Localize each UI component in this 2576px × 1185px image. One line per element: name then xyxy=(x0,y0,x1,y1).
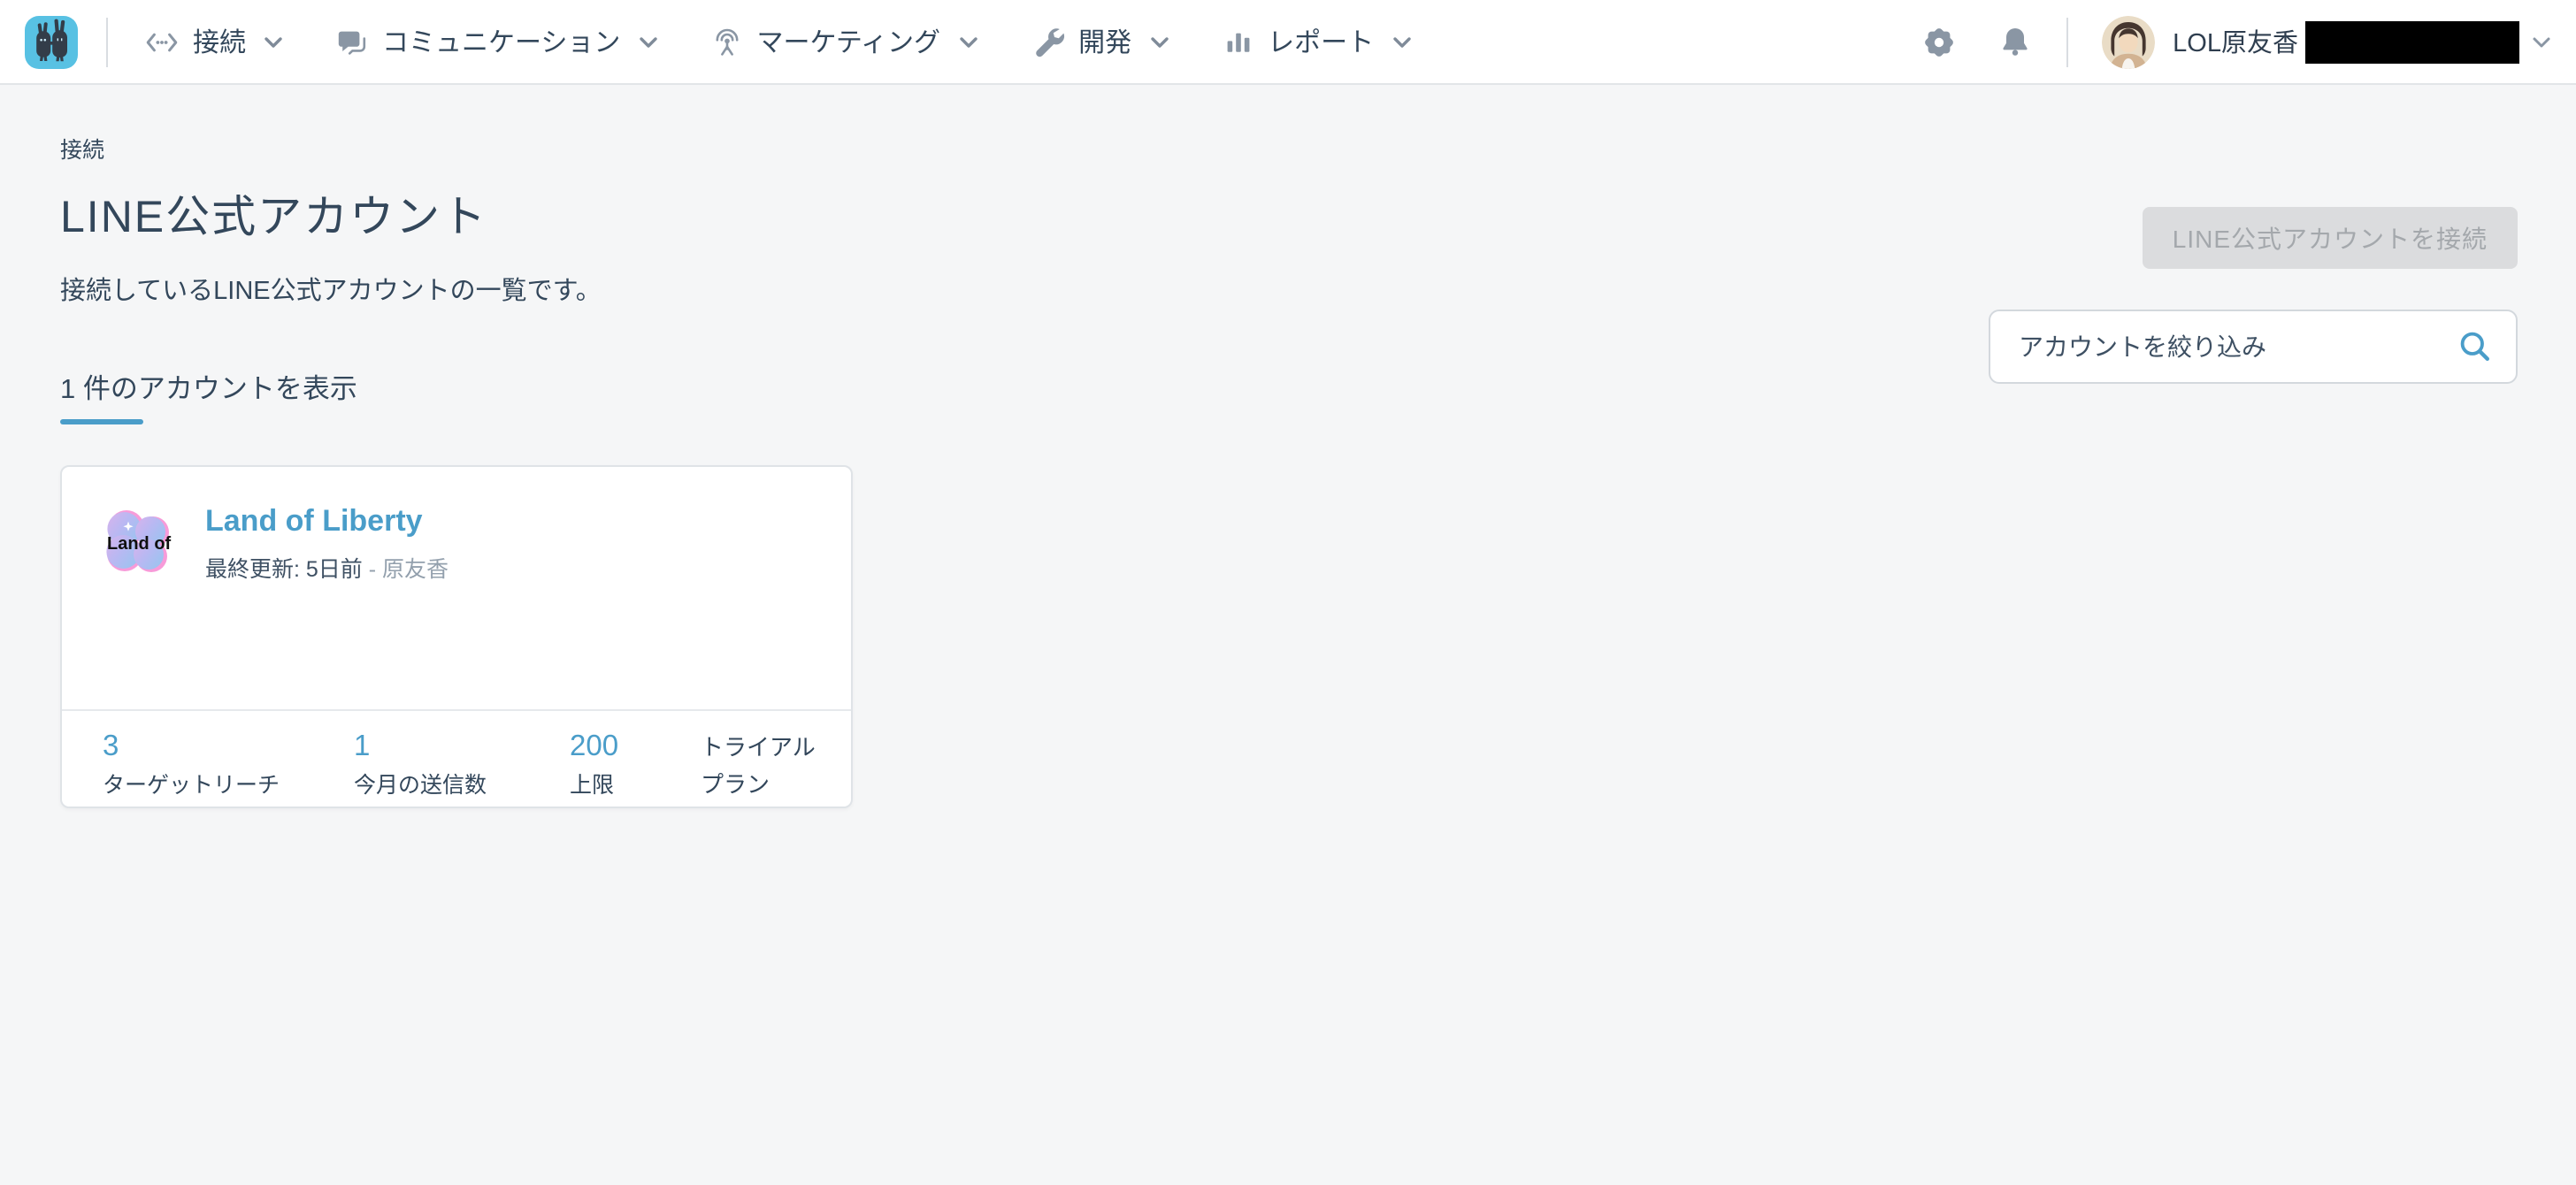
settings-button[interactable] xyxy=(1921,24,1957,59)
account-search-box xyxy=(1989,310,2518,384)
stat-limit: 200 上限 xyxy=(570,729,701,807)
stat-value: トライアル xyxy=(701,734,816,761)
stat-plan: トライアル プラン xyxy=(701,729,816,807)
chevron-down-icon xyxy=(264,34,283,49)
nav-label: コミュニケーション xyxy=(382,28,621,58)
stat-value: 3 xyxy=(103,730,119,762)
redacted-user-info xyxy=(2305,20,2519,63)
nav-label: マーケティング xyxy=(756,28,941,58)
nav-item-report[interactable]: レポート xyxy=(1222,23,1411,60)
nav-item-communication[interactable]: コミュニケーション xyxy=(336,23,657,60)
account-card-body: Land of Land of Liberty 最終更新: 5日前 - 原友香 xyxy=(62,467,851,709)
stat-target-reach: 3 ターゲットリーチ xyxy=(103,729,354,807)
bell-icon xyxy=(1997,24,2033,59)
chevron-down-icon xyxy=(958,34,978,49)
account-avatar: Land of xyxy=(101,504,175,578)
search-input[interactable] xyxy=(1990,333,2457,361)
connect-line-account-button[interactable]: LINE公式アカウントを接続 xyxy=(2142,207,2518,269)
code-brackets-icon xyxy=(145,26,179,57)
gear-icon xyxy=(1921,24,1957,59)
nav-item-connect[interactable]: 接続 xyxy=(145,23,283,60)
line-account-card[interactable]: Land of Land of Liberty 最終更新: 5日前 - 原友香 … xyxy=(60,465,853,808)
bar-chart-icon xyxy=(1222,26,1254,57)
chat-bubble-icon xyxy=(336,26,368,57)
updated-by-text: - 原友香 xyxy=(368,557,449,582)
last-updated-text: 最終更新: 5日前 xyxy=(205,557,363,582)
wrench-icon xyxy=(1031,25,1064,58)
account-meta: 最終更新: 5日前 - 原友香 xyxy=(205,550,448,584)
stat-label: ターゲットリーチ xyxy=(103,773,280,798)
chevron-down-icon[interactable] xyxy=(2532,34,2551,49)
account-avatar-text: Land of xyxy=(107,534,172,554)
user-avatar[interactable] xyxy=(2102,15,2156,68)
broadcast-antenna-icon xyxy=(710,26,742,57)
top-navbar: 接続 コミュニケーション マーケティング 開発 レポート LOL原友香 xyxy=(0,0,2576,85)
navbar-divider xyxy=(106,17,108,66)
stat-label: 今月の送信数 xyxy=(354,773,487,798)
active-tab-underline xyxy=(60,419,143,424)
chevron-down-icon xyxy=(638,34,657,49)
nav-item-development[interactable]: 開発 xyxy=(1031,23,1169,60)
account-name-link[interactable]: Land of Liberty xyxy=(205,504,423,539)
stat-value: 1 xyxy=(354,730,371,762)
stat-label: 上限 xyxy=(570,773,615,798)
notifications-button[interactable] xyxy=(1997,24,2033,59)
navbar-divider xyxy=(2066,17,2069,66)
accounts-count-label: 1 件のアカウントを表示 xyxy=(60,375,357,405)
app-root: 接続 コミュニケーション マーケティング 開発 レポート LOL原友香 接続 L… xyxy=(0,0,2576,1185)
nav-label: 開発 xyxy=(1078,28,1132,58)
topbar-right-group: LOL原友香 xyxy=(1921,15,2551,68)
nav-item-marketing[interactable]: マーケティング xyxy=(710,23,978,60)
stat-label: プラン xyxy=(701,771,770,798)
chevron-down-icon xyxy=(1149,34,1169,49)
rabbits-logo-icon xyxy=(25,15,78,68)
stat-monthly-sends: 1 今月の送信数 xyxy=(354,729,570,807)
card-stats-footer: 3 ターゲットリーチ 1 今月の送信数 200 上限 トライアル プラン xyxy=(62,709,851,807)
app-logo[interactable] xyxy=(25,15,78,68)
stat-value: 200 xyxy=(570,730,619,762)
account-info: Land of Liberty 最終更新: 5日前 - 原友香 xyxy=(205,504,448,584)
main-content: 接続 LINE公式アカウント 接続しているLINE公式アカウントの一覧です。 L… xyxy=(0,85,2576,808)
page-subtitle: 接続しているLINE公式アカウントの一覧です。 xyxy=(60,278,602,306)
nav-label: 接続 xyxy=(193,28,247,58)
chevron-down-icon xyxy=(1392,34,1411,49)
user-name[interactable]: LOL原友香 xyxy=(2173,23,2298,60)
search-icon[interactable] xyxy=(2457,329,2493,364)
main-nav: 接続 コミュニケーション マーケティング 開発 レポート xyxy=(145,23,1464,60)
nav-label: レポート xyxy=(1268,28,1375,58)
breadcrumb[interactable]: 接続 xyxy=(60,131,104,164)
accounts-count-tab[interactable]: 1 件のアカウントを表示 xyxy=(60,368,357,424)
